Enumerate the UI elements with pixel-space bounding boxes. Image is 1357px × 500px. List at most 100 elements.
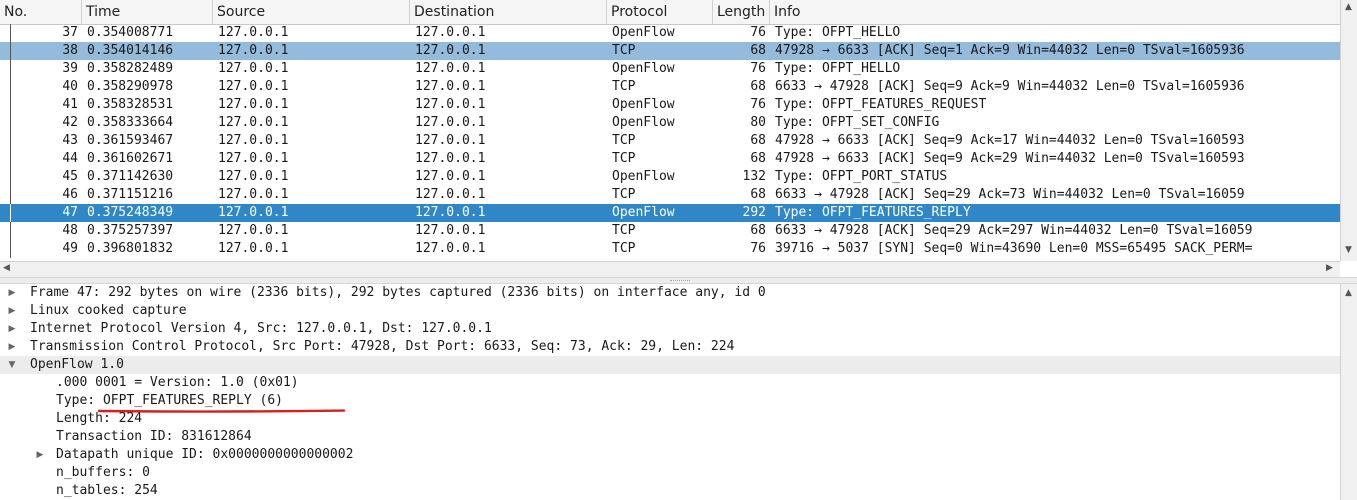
cell-time: 0.354014146 xyxy=(87,43,174,58)
cell-src: 127.0.0.1 xyxy=(218,25,289,40)
cell-info: Type: OFPT_HELLO xyxy=(775,25,901,40)
cell-len: 76 xyxy=(750,97,766,112)
scroll-up-icon[interactable]: ▲ xyxy=(1345,2,1352,12)
table-row[interactable]: 47 0.375248349 127.0.0.1 127.0.0.1 OpenFlow 2… xyxy=(0,204,1340,222)
column-time[interactable]: Time xyxy=(82,0,213,24)
table-row[interactable]: 38 0.354014146 127.0.0.1 127.0.0.1 TCP 68 4792… xyxy=(0,42,1340,60)
collapse-arrow-icon[interactable]: ▶ xyxy=(6,284,18,302)
detail-row[interactable]: ▶ Internet Protocol Version 4, Src: 127.0… xyxy=(0,320,1340,338)
cell-time: 0.396801832 xyxy=(87,241,174,256)
cell-info: 47928 → 6633 [ACK] Seq=9 Ack=29 Win=4403… xyxy=(775,151,1245,166)
cell-time: 0.371151216 xyxy=(87,187,174,202)
table-row[interactable]: 39 0.358282489 127.0.0.1 127.0.0.1 OpenFlow 7… xyxy=(0,60,1340,78)
expand-arrow-icon[interactable]: ▼ xyxy=(6,356,18,374)
packet-details[interactable]: ▶ Frame 47: 292 bytes on wire (2336 bits)… xyxy=(0,284,1340,500)
splitter-grip-icon xyxy=(670,280,690,282)
detail-row[interactable]: .000 0001 = Version: 1.0 (0x01) xyxy=(0,374,1340,392)
cell-proto: TCP xyxy=(612,151,636,166)
cell-len: 132 xyxy=(742,169,766,184)
cell-dst: 127.0.0.1 xyxy=(415,25,486,40)
table-row[interactable]: 48 0.375257397 127.0.0.1 127.0.0.1 TCP 68 6633… xyxy=(0,222,1340,240)
detail-text: Internet Protocol Version 4, Src: 127.0.… xyxy=(30,321,492,336)
cell-len: 68 xyxy=(750,187,766,202)
table-row[interactable]: 37 0.354008771 127.0.0.1 127.0.0.1 OpenFlow 7… xyxy=(0,24,1340,42)
cell-dst: 127.0.0.1 xyxy=(415,115,486,130)
cell-info: Type: OFPT_FEATURES_REPLY xyxy=(775,205,971,220)
cell-src: 127.0.0.1 xyxy=(218,133,289,148)
column-source[interactable]: Source xyxy=(213,0,410,24)
collapse-arrow-icon[interactable]: ▶ xyxy=(6,302,18,320)
cell-dst: 127.0.0.1 xyxy=(415,79,486,94)
table-row[interactable]: 44 0.361602671 127.0.0.1 127.0.0.1 TCP 68 4792… xyxy=(0,150,1340,168)
detail-row[interactable]: Type: OFPT_FEATURES_REPLY (6) xyxy=(0,392,1340,410)
cell-time: 0.358290978 xyxy=(87,79,174,94)
cell-proto: TCP xyxy=(612,43,636,58)
table-row[interactable]: 45 0.371142630 127.0.0.1 127.0.0.1 OpenFlow 1… xyxy=(0,168,1340,186)
cell-len: 68 xyxy=(750,223,766,238)
scroll-left-icon[interactable]: ◀ xyxy=(3,263,10,273)
cell-no: 41 xyxy=(62,97,78,112)
detail-row[interactable]: n_tables: 254 xyxy=(0,482,1340,500)
detail-text: Frame 47: 292 bytes on wire (2336 bits),… xyxy=(30,285,766,300)
cell-no: 46 xyxy=(62,187,78,202)
column-destination[interactable]: Destination xyxy=(410,0,607,24)
cell-dst: 127.0.0.1 xyxy=(415,169,486,184)
pane-splitter[interactable] xyxy=(0,277,1357,284)
detail-row[interactable]: ▶ Linux cooked capture xyxy=(0,302,1340,320)
cell-proto: TCP xyxy=(612,223,636,238)
column-no[interactable]: No. xyxy=(0,0,82,24)
cell-proto: OpenFlow xyxy=(612,169,675,184)
table-row[interactable]: 41 0.358328531 127.0.0.1 127.0.0.1 OpenFlow 7… xyxy=(0,96,1340,114)
details-scroll-up-icon[interactable]: ▲ xyxy=(1345,288,1352,298)
table-row[interactable]: 46 0.371151216 127.0.0.1 127.0.0.1 TCP 68 6633… xyxy=(0,186,1340,204)
detail-row[interactable]: n_buffers: 0 xyxy=(0,464,1340,482)
cell-dst: 127.0.0.1 xyxy=(415,151,486,166)
cell-no: 47 xyxy=(62,205,78,220)
cell-time: 0.358328531 xyxy=(87,97,174,112)
detail-text: Type: OFPT_FEATURES_REPLY (6) xyxy=(56,393,283,408)
column-length[interactable]: Length xyxy=(713,0,770,24)
column-info[interactable]: Info xyxy=(770,0,1340,24)
detail-text: OpenFlow 1.0 xyxy=(30,357,124,372)
cell-proto: OpenFlow xyxy=(612,205,675,220)
cell-time: 0.358333664 xyxy=(87,115,174,130)
table-row[interactable]: 42 0.358333664 127.0.0.1 127.0.0.1 OpenFlow 8… xyxy=(0,114,1340,132)
collapse-arrow-icon[interactable]: ▶ xyxy=(6,320,18,338)
cell-no: 37 xyxy=(62,25,78,40)
cell-dst: 127.0.0.1 xyxy=(415,43,486,58)
cell-time: 0.361593467 xyxy=(87,133,174,148)
packet-list-scrollbar[interactable]: ▲ ▼ xyxy=(1340,0,1357,261)
cell-info: Type: OFPT_SET_CONFIG xyxy=(775,115,940,130)
cell-time: 0.354008771 xyxy=(87,25,174,40)
scroll-down-icon[interactable]: ▼ xyxy=(1345,245,1352,255)
collapse-arrow-icon[interactable]: ▶ xyxy=(34,446,46,464)
cell-info: 6633 → 47928 [ACK] Seq=29 Ack=297 Win=44… xyxy=(775,223,1253,238)
table-row[interactable]: 49 0.396801832 127.0.0.1 127.0.0.1 TCP 76 3971… xyxy=(0,240,1340,258)
cell-proto: TCP xyxy=(612,79,636,94)
table-row[interactable]: 43 0.361593467 127.0.0.1 127.0.0.1 TCP 68 4792… xyxy=(0,132,1340,150)
detail-row[interactable]: ▶ Frame 47: 292 bytes on wire (2336 bits)… xyxy=(0,284,1340,302)
detail-row[interactable]: Transaction ID: 831612864 xyxy=(0,428,1340,446)
column-protocol[interactable]: Protocol xyxy=(607,0,713,24)
table-row[interactable]: 40 0.358290978 127.0.0.1 127.0.0.1 TCP 68 6633… xyxy=(0,78,1340,96)
packet-list[interactable]: No. Time Source Destination Protocol Len… xyxy=(0,0,1340,261)
cell-src: 127.0.0.1 xyxy=(218,97,289,112)
cell-proto: OpenFlow xyxy=(612,115,675,130)
cell-proto: OpenFlow xyxy=(612,97,675,112)
detail-row[interactable]: ▶ Transmission Control Protocol, Src Port… xyxy=(0,338,1340,356)
cell-info: 47928 → 6633 [ACK] Seq=9 Ack=17 Win=4403… xyxy=(775,133,1245,148)
cell-info: 47928 → 6633 [ACK] Seq=1 Ack=9 Win=44032… xyxy=(775,43,1245,58)
packet-list-hscrollbar[interactable]: ◀ ▶ xyxy=(0,261,1340,277)
scroll-right-icon[interactable]: ▶ xyxy=(1326,263,1333,273)
cell-src: 127.0.0.1 xyxy=(218,241,289,256)
detail-row[interactable]: ▶ Datapath unique ID: 0x0000000000000002 xyxy=(0,446,1340,464)
cell-no: 42 xyxy=(62,115,78,130)
detail-text: Linux cooked capture xyxy=(30,303,187,318)
cell-len: 76 xyxy=(750,241,766,256)
detail-row[interactable]: ▼ OpenFlow 1.0 xyxy=(0,356,1340,374)
cell-src: 127.0.0.1 xyxy=(218,169,289,184)
collapse-arrow-icon[interactable]: ▶ xyxy=(6,338,18,356)
details-scrollbar[interactable]: ▲ xyxy=(1340,284,1357,500)
cell-dst: 127.0.0.1 xyxy=(415,187,486,202)
cell-proto: OpenFlow xyxy=(612,61,675,76)
